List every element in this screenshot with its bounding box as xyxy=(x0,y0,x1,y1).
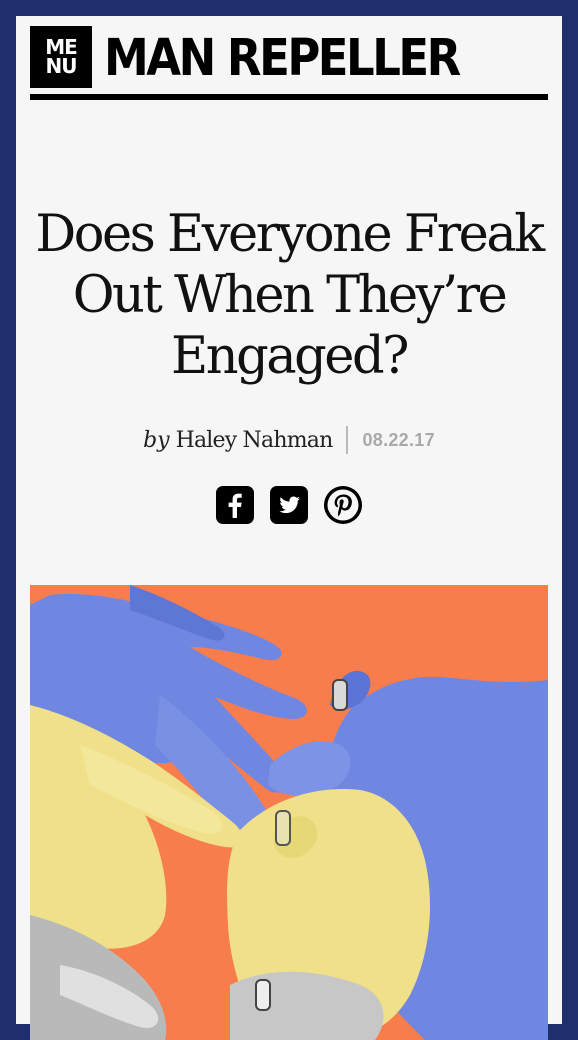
byline: by Haley Nahman 08.22.17 xyxy=(16,426,562,454)
author-link[interactable]: Haley Nahman xyxy=(176,428,333,453)
byline-divider xyxy=(346,426,348,454)
pinterest-icon[interactable] xyxy=(324,486,362,524)
menu-button[interactable]: ME NU xyxy=(30,26,92,88)
byline-prefix: by xyxy=(143,428,170,453)
page-frame: ME NU MAN REPELLER Does Everyone Freak O… xyxy=(16,16,562,1024)
masthead: ME NU MAN REPELLER xyxy=(30,24,548,90)
facebook-icon[interactable] xyxy=(216,486,254,524)
article-title: Does Everyone Freak Out When They’re Eng… xyxy=(30,204,548,387)
hero-image xyxy=(30,585,548,1040)
site-logo[interactable]: MAN REPELLER xyxy=(104,27,459,86)
menu-line-2: NU xyxy=(46,57,77,76)
hero-illustration xyxy=(30,585,548,1040)
twitter-icon[interactable] xyxy=(270,486,308,524)
share-bar xyxy=(16,486,562,524)
header-divider xyxy=(30,94,548,100)
publish-date: 08.22.17 xyxy=(362,430,434,451)
